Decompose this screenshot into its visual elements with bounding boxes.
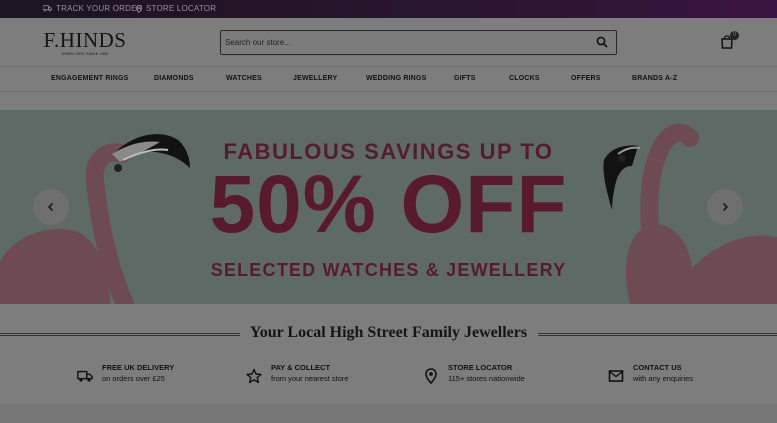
hero-headline-bottom: SELECTED WATCHES & JEWELLERY <box>210 260 567 280</box>
chevron-right-icon <box>722 202 729 212</box>
nav-item-gifts[interactable]: GIFTS <box>454 75 476 82</box>
nav-item-clocks[interactable]: CLOCKS <box>509 75 540 82</box>
chevron-left-icon <box>47 202 54 212</box>
top-bar: TRACK YOUR ORDER STORE LOCATOR <box>0 0 777 18</box>
tagline-section: Your Local High Street Family Jewellers <box>0 322 777 346</box>
nav-item-offers[interactable]: OFFERS <box>571 75 601 82</box>
nav-item-wedding-rings[interactable]: WEDDING RINGS <box>366 75 427 82</box>
hero-headline-main: 50% OFF <box>209 159 568 250</box>
nav-item-diamonds[interactable]: DIAMONDS <box>154 75 194 82</box>
feature-title: PAY & COLLECT <box>271 363 331 372</box>
store-locator-link[interactable]: STORE LOCATOR <box>136 4 216 13</box>
cart-button[interactable]: 0 <box>720 31 739 54</box>
search-input[interactable] <box>225 31 585 54</box>
carousel-prev-button[interactable] <box>33 189 69 225</box>
feature-subtitle: 115+ stores nationwide <box>448 374 525 383</box>
truck-icon <box>77 370 93 382</box>
main-nav: ENGAGEMENT RINGS DIAMONDS WATCHES JEWELL… <box>0 66 777 92</box>
map-pin-icon <box>136 4 142 13</box>
nav-item-engagement-rings[interactable]: ENGAGEMENT RINGS <box>51 75 128 82</box>
tagline-text: Your Local High Street Family Jewellers <box>241 324 536 341</box>
usp-features-bar: FREE UK DELIVERY on orders over £25 PAY … <box>0 346 777 404</box>
feature-title: FREE UK DELIVERY <box>102 363 175 372</box>
store-locator-label: STORE LOCATOR <box>146 4 217 13</box>
feature-subtitle: from your nearest store <box>271 374 349 383</box>
search-box <box>220 30 617 55</box>
feature-title: CONTACT US <box>633 363 682 372</box>
hero-banner[interactable]: FABULOUS SAVINGS UP TO 50% OFF SELECTED … <box>0 110 777 304</box>
footer-band <box>0 404 777 423</box>
logo-wordmark: F.HINDS <box>43 28 127 52</box>
carousel-next-button[interactable] <box>707 189 743 225</box>
nav-item-jewellery[interactable]: JEWELLERY <box>293 75 337 82</box>
feature-store-locator[interactable]: STORE LOCATOR 115+ stores nationwide <box>423 363 525 385</box>
feature-subtitle: on orders over £25 <box>102 374 165 383</box>
feature-contact-us[interactable]: CONTACT US with any enquiries <box>608 363 693 385</box>
truck-icon <box>43 5 52 12</box>
site-header: F.HINDS JEWELLERS SINCE 1856 0 <box>0 18 777 66</box>
logo-tagline: JEWELLERS SINCE 1856 <box>61 52 109 56</box>
map-pin-icon <box>425 368 437 384</box>
track-order-link[interactable]: TRACK YOUR ORDER <box>43 4 143 13</box>
feature-subtitle: with any enquiries <box>633 374 694 383</box>
feature-title: STORE LOCATOR <box>448 363 513 372</box>
envelope-icon <box>608 370 624 382</box>
feature-free-delivery[interactable]: FREE UK DELIVERY on orders over £25 <box>77 363 174 385</box>
site-logo[interactable]: F.HINDS JEWELLERS SINCE 1856 <box>41 28 129 57</box>
search-icon[interactable] <box>596 36 608 48</box>
nav-item-watches[interactable]: WATCHES <box>226 75 262 82</box>
cart-count-badge: 0 <box>730 31 739 40</box>
star-icon <box>246 368 262 384</box>
feature-pay-and-collect[interactable]: PAY & COLLECT from your nearest store <box>246 363 349 385</box>
track-order-label: TRACK YOUR ORDER <box>56 4 143 13</box>
nav-item-brands-a-z[interactable]: BRANDS A-Z <box>632 75 677 82</box>
